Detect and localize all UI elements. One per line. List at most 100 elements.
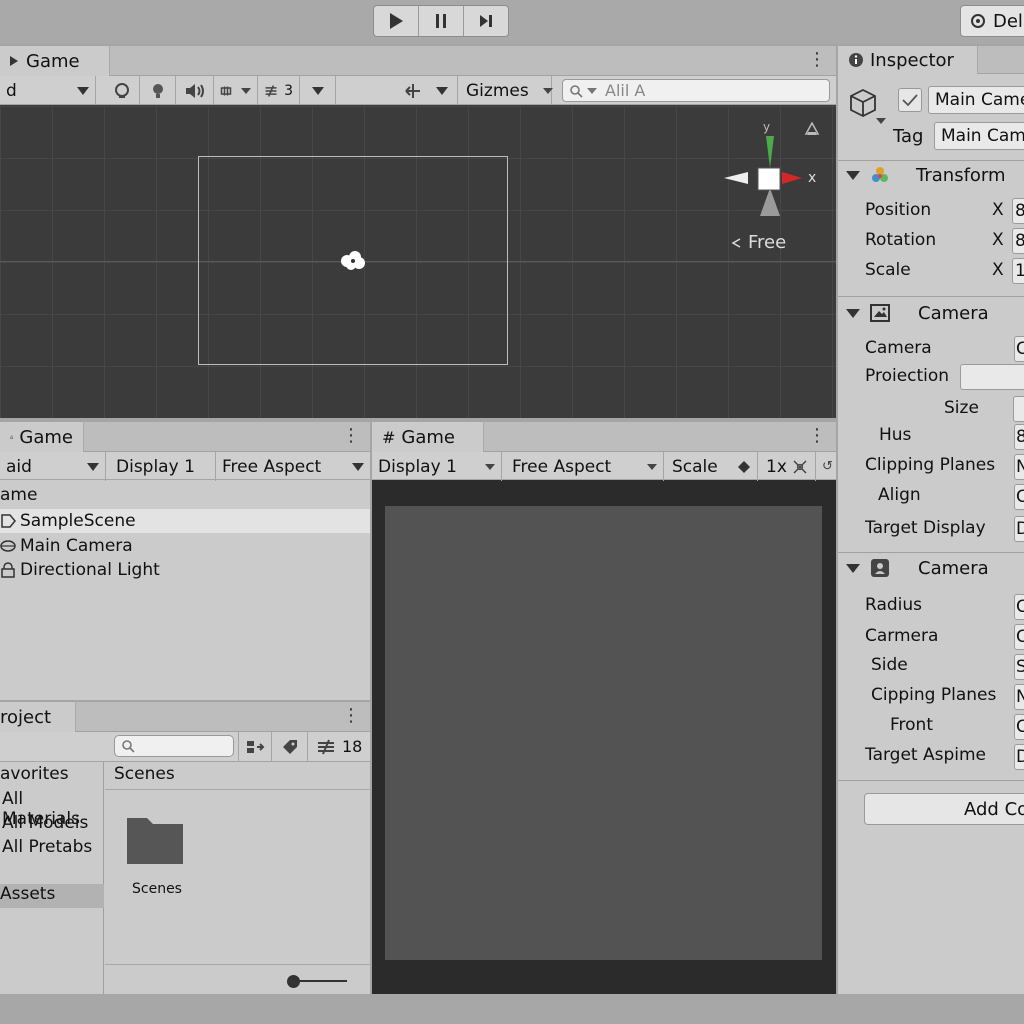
step-button[interactable] xyxy=(464,6,508,36)
tab-game-view[interactable]: # Game xyxy=(372,422,484,452)
project-menu-kebab[interactable]: ⋮ xyxy=(342,706,360,726)
clipping-planes-field[interactable]: N xyxy=(1014,454,1024,480)
target-aspime-field[interactable]: D xyxy=(1014,744,1024,770)
audio-toggle-button[interactable] xyxy=(176,76,214,105)
align-field[interactable]: C xyxy=(1014,484,1024,510)
scale-x-field[interactable]: 1 xyxy=(1012,258,1024,284)
camera-gizmo-icon[interactable] xyxy=(338,248,368,274)
refresh-icon: ↺ xyxy=(822,459,833,474)
front-field[interactable]: C xyxy=(1014,714,1024,740)
favorites-tree: avorites All Materials All Modeis All Pr… xyxy=(0,762,104,994)
transform-header[interactable]: Transform xyxy=(838,161,1024,189)
list-item-directional-light[interactable]: Directional Light xyxy=(0,558,370,582)
hash-icon: # xyxy=(382,427,396,447)
rotation-x-field[interactable]: 8 xyxy=(1012,228,1024,254)
projection-dropdown[interactable] xyxy=(960,364,1024,390)
list-item-samplescene[interactable]: SampleScene xyxy=(0,509,370,533)
camera-component-header-2[interactable]: Camera xyxy=(838,554,1024,582)
scene-options-dropdown[interactable] xyxy=(300,76,336,105)
toggle-2d-button[interactable] xyxy=(104,76,140,105)
hierarchy-header: ame xyxy=(0,485,38,505)
favorites-item-models[interactable]: All Modeis xyxy=(2,813,88,833)
scale-label: Scale xyxy=(672,456,718,477)
zoom-slider[interactable] xyxy=(287,975,347,988)
cipping-planes-field[interactable]: N xyxy=(1014,684,1024,710)
favorites-item-prefabs[interactable]: All Pretabs xyxy=(2,837,92,857)
breadcrumb-label[interactable]: Scenes xyxy=(114,764,175,784)
target-display-field[interactable]: D xyxy=(1014,516,1024,542)
slider-handle[interactable] xyxy=(287,975,300,988)
draw-mode-label: d xyxy=(6,80,17,101)
filter-type-button[interactable] xyxy=(238,732,272,761)
size-field[interactable] xyxy=(1013,396,1024,422)
assets-folder-item[interactable]: Assets xyxy=(0,884,104,908)
game-menu-kebab[interactable]: ⋮ xyxy=(808,426,826,446)
projection-toggle[interactable]: Free xyxy=(730,232,786,253)
game-viewport[interactable] xyxy=(385,506,822,960)
scene-viewport[interactable]: y x Free xyxy=(0,106,836,418)
cipping-planes-value: N xyxy=(1016,687,1024,707)
projection-label: Proiection xyxy=(865,366,950,386)
hus-field[interactable]: 8 xyxy=(1014,424,1024,450)
folder-item-scenes[interactable]: Scenes xyxy=(125,814,189,897)
gizmos-dropdown[interactable]: Gizmes xyxy=(460,76,553,105)
tab-project[interactable]: roject xyxy=(0,702,76,732)
display-dropdown[interactable]: Display 1 xyxy=(110,452,216,481)
orientation-gizmo[interactable]: y x xyxy=(722,120,822,222)
tools-dropdown[interactable] xyxy=(396,76,458,105)
inspector-panel: Inspector Main Came Tag Main Cam Transfo… xyxy=(838,46,1024,994)
lighting-toggle-button[interactable] xyxy=(140,76,176,105)
scale-x-value: 1 xyxy=(1015,261,1024,281)
account-label: Del xyxy=(993,10,1023,32)
scene-search-input[interactable]: Alil A xyxy=(562,79,830,102)
tab-game-scene[interactable]: Game xyxy=(0,46,110,76)
target-aspime-label: Target Aspime xyxy=(865,745,987,765)
pause-button[interactable] xyxy=(419,6,464,36)
chevron-down-icon xyxy=(241,87,251,94)
display-label: Display 1 xyxy=(116,456,195,477)
camera-clear-field[interactable]: C xyxy=(1014,336,1024,362)
filter-label-button[interactable] xyxy=(272,732,308,761)
draw-mode-dropdown[interactable]: d xyxy=(0,76,96,105)
search-placeholder: Alil A xyxy=(605,81,646,100)
camera-component-header[interactable]: Camera xyxy=(838,299,1024,327)
tab-inspector[interactable]: Inspector xyxy=(838,46,978,74)
tab-label: Game xyxy=(19,426,73,448)
chevron-down-icon[interactable] xyxy=(876,118,886,124)
list-item-label: Directional Light xyxy=(20,560,160,580)
scale-value-field[interactable]: 1x xyxy=(760,452,816,481)
effects-dropdown[interactable] xyxy=(214,76,258,105)
game-aspect-dropdown[interactable]: Free Aspect xyxy=(506,452,664,481)
play-icon xyxy=(390,13,403,29)
tag-dropdown[interactable]: Main Cam xyxy=(934,122,1024,150)
filter-icon xyxy=(247,740,265,753)
scale-slider[interactable]: Scale xyxy=(666,452,758,481)
side-field[interactable]: S xyxy=(1014,654,1024,680)
active-checkbox[interactable] xyxy=(898,88,922,112)
hierarchy-create-dropdown[interactable]: aid xyxy=(0,452,106,481)
scene-view-panel: Game ⋮ d 3 Gizmes Alil A y x Free xyxy=(0,46,836,418)
project-search-input[interactable] xyxy=(114,735,234,757)
account-button[interactable]: Del xyxy=(960,5,1024,37)
hidden-objects-button[interactable]: 3 xyxy=(258,76,300,105)
add-component-button[interactable]: Add Co xyxy=(864,793,1024,825)
object-name-field[interactable]: Main Came xyxy=(928,86,1024,114)
radius-label: Radius xyxy=(865,595,923,615)
position-x-field[interactable]: 8 xyxy=(1012,198,1024,224)
hierarchy-toolbar-label: aid xyxy=(6,456,32,477)
tab-game-hierarchy[interactable]: Game xyxy=(0,422,84,452)
list-item-main-camera[interactable]: Main Camera xyxy=(0,534,370,558)
scene-menu-kebab[interactable]: ⋮ xyxy=(808,50,826,70)
favorites-header[interactable]: avorites xyxy=(0,764,69,784)
aspect-dropdown[interactable]: Free Aspect xyxy=(216,452,370,481)
skull-icon xyxy=(114,82,129,98)
radius-field[interactable]: C xyxy=(1014,594,1024,620)
hierarchy-menu-kebab[interactable]: ⋮ xyxy=(342,426,360,446)
rotation-axis: X xyxy=(992,230,1004,250)
game-extra-button[interactable]: ↺ xyxy=(818,452,836,481)
carmera-field[interactable]: C xyxy=(1014,624,1024,650)
play-button[interactable] xyxy=(374,6,419,36)
hidden-packages-button[interactable]: 18 xyxy=(310,732,370,761)
scale-row: Scale X 1 xyxy=(838,258,1024,284)
game-display-dropdown[interactable]: Display 1 xyxy=(372,452,502,481)
